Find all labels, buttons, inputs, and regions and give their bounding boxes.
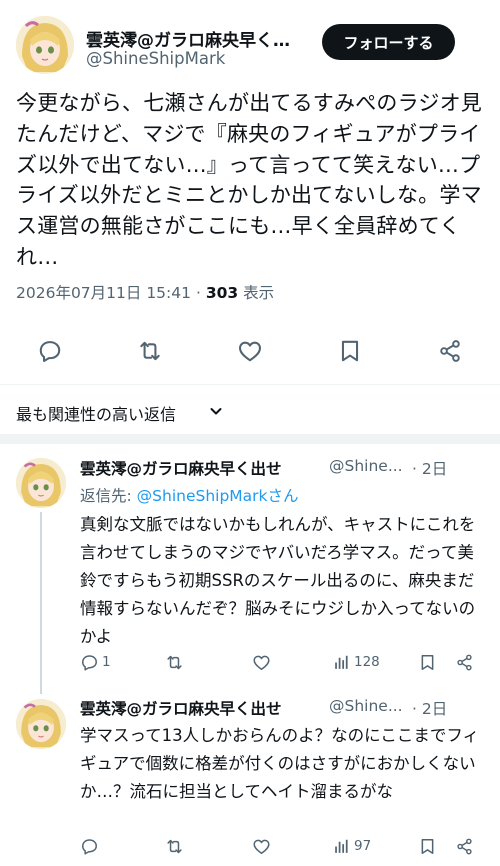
share-icon <box>457 838 472 854</box>
reply-to-prefix: 返信先: <box>80 487 137 505</box>
reply-icon <box>82 654 97 671</box>
reply-count: 1 <box>102 654 111 670</box>
reply-to-line: 返信先: @ShineShipMarkさん <box>80 484 299 506</box>
reply-icon[interactable] <box>37 338 63 364</box>
tweet-meta: 2026年07月11日 15:41 · 303 表示 <box>16 281 274 303</box>
thread-line <box>40 512 42 694</box>
reply-bookmark-button[interactable] <box>418 651 437 673</box>
reply-reply-button[interactable] <box>80 835 99 857</box>
bookmark-icon <box>421 838 434 854</box>
retweet-icon <box>167 839 182 853</box>
reply-actions: 1 128 <box>80 651 490 673</box>
bookmark-icon[interactable] <box>337 338 363 364</box>
views-count: 97 <box>354 838 372 854</box>
reply-author-avatar[interactable] <box>16 699 66 749</box>
reply-actions: 97 <box>80 835 490 857</box>
chevron-down-icon[interactable] <box>208 403 224 419</box>
reply-icon <box>82 838 97 855</box>
views-icon <box>335 839 348 853</box>
share-icon[interactable] <box>437 338 463 364</box>
reply-views-button[interactable]: 128 <box>332 651 380 673</box>
meta-separator: · <box>195 284 201 302</box>
reply-text: 学マスって13人しかおらんのよ？なのにここまでフィギュアで個数に格差が付くのはさ… <box>80 726 480 801</box>
reply-share-button[interactable] <box>455 651 474 673</box>
share-icon <box>457 654 472 670</box>
tweet-text: 今更ながら、七瀬さんが出てるすみぺのラジオ見たんだけど、マジで『麻央のフィギュア… <box>16 91 482 269</box>
reply-author-handle[interactable]: @Shine... <box>329 697 403 715</box>
like-icon[interactable] <box>237 338 263 364</box>
follow-button[interactable]: フォローする <box>322 24 455 60</box>
reply-like-button[interactable] <box>252 835 271 857</box>
tweet-timestamp[interactable]: 2026年07月11日 15:41 <box>16 284 191 302</box>
reply-text: 真剣な文脈ではないかもしれんが、キャストにこれを言わせてしまうのマジでヤバいだろ… <box>80 515 476 646</box>
reply-time[interactable]: · 2日 <box>412 697 447 719</box>
like-icon <box>253 655 270 670</box>
reply-share-button[interactable] <box>455 835 474 857</box>
reply-reply-button[interactable]: 1 <box>80 651 111 673</box>
reply-retweet-button[interactable] <box>165 835 184 857</box>
views-count: 303 <box>205 284 239 302</box>
section-separator <box>0 434 500 444</box>
reply-retweet-button[interactable] <box>165 651 184 673</box>
divider <box>0 384 500 385</box>
author-name[interactable]: 雲英澪@ガラロ麻央早く… <box>86 26 290 51</box>
bookmark-icon <box>421 654 434 670</box>
author-handle[interactable]: @ShineShipMark <box>86 49 225 68</box>
author-avatar[interactable] <box>16 16 74 74</box>
views-icon <box>335 655 348 669</box>
reply-to-link[interactable]: @ShineShipMarkさん <box>137 487 299 505</box>
reply-author-name[interactable]: 雲英澪@ガラロ麻央早く出せ <box>80 697 282 719</box>
reply-like-button[interactable] <box>252 651 271 673</box>
retweet-icon[interactable] <box>137 338 163 364</box>
reply-author-name[interactable]: 雲英澪@ガラロ麻央早く出せ <box>80 457 282 479</box>
views-count: 128 <box>354 654 380 670</box>
reply-bookmark-button[interactable] <box>418 835 437 857</box>
tweet-actions <box>0 334 500 366</box>
retweet-icon <box>167 655 182 669</box>
views-label: 表示 <box>243 284 275 302</box>
reply-author-handle[interactable]: @Shine... <box>329 457 403 475</box>
reply-views-button[interactable]: 97 <box>332 835 371 857</box>
sort-replies-label[interactable]: 最も関連性の高い返信 <box>16 401 176 425</box>
reply-time[interactable]: · 2日 <box>412 457 447 479</box>
like-icon <box>253 839 270 854</box>
reply-author-avatar[interactable] <box>16 458 66 508</box>
